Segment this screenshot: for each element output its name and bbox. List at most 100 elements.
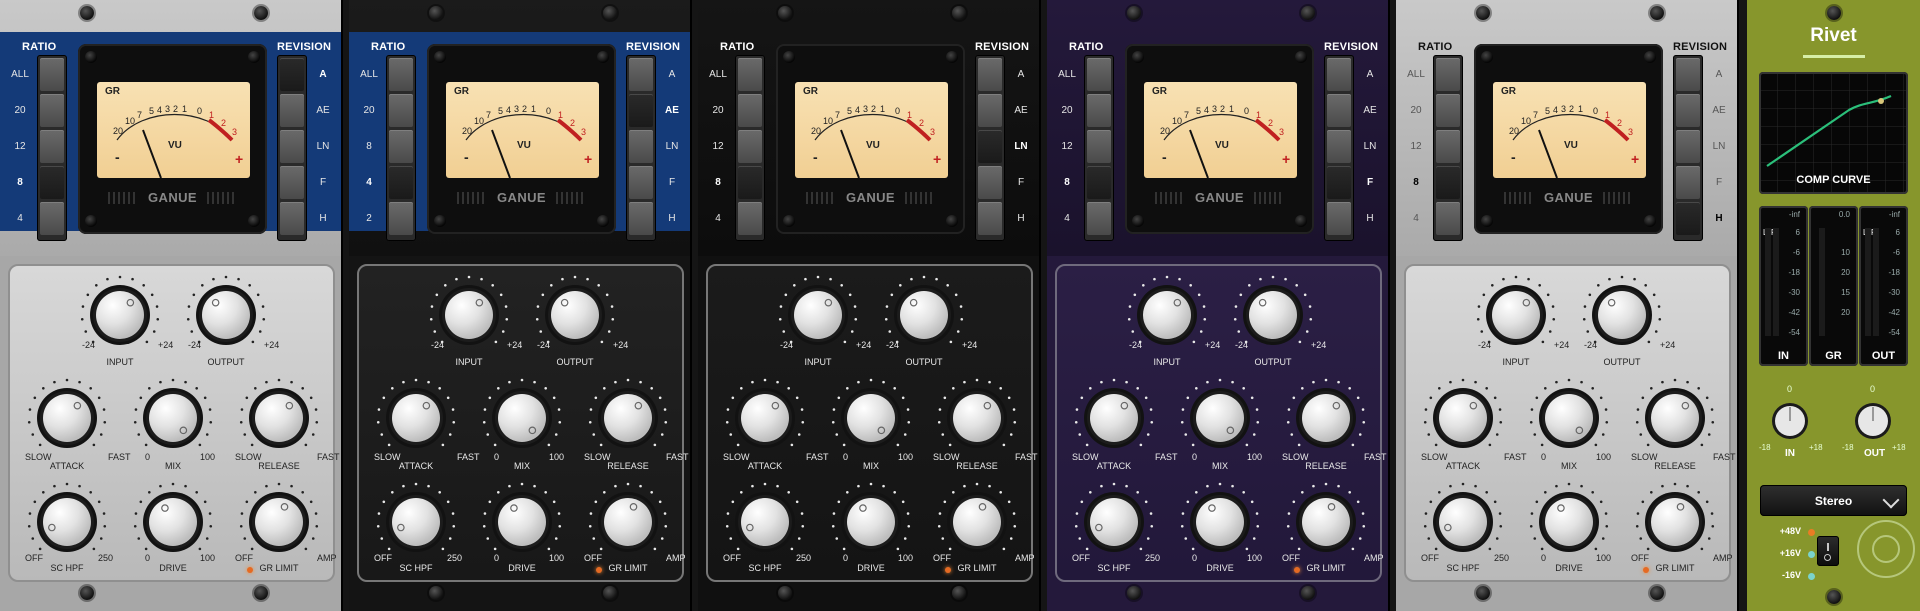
attack-max-label: FAST	[1155, 452, 1178, 462]
ratio-option[interactable]: 20	[357, 105, 381, 116]
revision-option[interactable]: F	[1009, 177, 1033, 188]
schpf-min-label: OFF	[723, 553, 741, 563]
release-knob[interactable]	[236, 375, 322, 461]
ratio-option[interactable]: ALL	[357, 69, 381, 80]
revision-switch[interactable]	[1673, 55, 1703, 241]
voltage-label: +16V	[1779, 548, 1801, 558]
ratio-option[interactable]: 20	[706, 105, 730, 116]
revision-option[interactable]: AE	[1707, 105, 1731, 116]
ratio-option[interactable]: 20	[1404, 105, 1428, 116]
revision-option[interactable]: AE	[1358, 105, 1382, 116]
ratio-option[interactable]: 20	[8, 105, 32, 116]
plugin-rack: RATIO ALL 20 12 8 4 REVISION A AE LN F H	[0, 0, 1920, 611]
revision-option[interactable]: A	[1358, 69, 1382, 80]
revision-option-selected[interactable]: H	[1707, 213, 1731, 224]
revision-option[interactable]: AE	[311, 105, 335, 116]
revision-option[interactable]: H	[660, 213, 684, 224]
ratio-switch[interactable]	[37, 55, 67, 241]
ratio-option[interactable]: ALL	[1055, 69, 1079, 80]
ratio-option[interactable]: 12	[1055, 141, 1079, 152]
ratio-option[interactable]: 4	[706, 213, 730, 224]
svg-text:1: 1	[209, 110, 214, 120]
revision-option[interactable]: LN	[311, 141, 335, 152]
revision-option-selected[interactable]: A	[311, 69, 335, 80]
ratio-option[interactable]: 20	[1055, 105, 1079, 116]
attack-knob[interactable]	[24, 375, 110, 461]
mix-min-label: 0	[145, 452, 151, 462]
revision-option[interactable]: A	[1707, 69, 1731, 80]
ratio-switch[interactable]	[386, 55, 416, 241]
release-max-label: FAST	[1015, 452, 1038, 462]
revision-switch[interactable]	[1324, 55, 1354, 241]
revision-option-selected[interactable]: F	[1358, 177, 1382, 188]
drive-max-label: 100	[898, 553, 914, 563]
ratio-switch[interactable]	[1084, 55, 1114, 241]
grlimit-max-label: AMP	[317, 553, 337, 563]
release-knob[interactable]	[934, 375, 1020, 461]
attack-knob[interactable]	[722, 375, 808, 461]
ratio-option[interactable]: 4	[1055, 213, 1079, 224]
revision-option[interactable]: F	[1707, 177, 1731, 188]
ratio-option[interactable]: ALL	[8, 69, 32, 80]
revision-option[interactable]: H	[311, 213, 335, 224]
mode-dropdown[interactable]: Stereo	[1760, 485, 1907, 516]
svg-text:2: 2	[221, 118, 226, 128]
ratio-option[interactable]: 2	[357, 213, 381, 224]
revision-option[interactable]: LN	[1358, 141, 1382, 152]
screw-icon	[1476, 6, 1490, 20]
ratio-option-selected[interactable]: 8	[706, 177, 730, 188]
revision-switch[interactable]	[277, 55, 307, 241]
attack-knob[interactable]	[373, 375, 459, 461]
schpf-label: SC HPF	[748, 563, 782, 573]
ratio-option-selected[interactable]: 8	[1404, 177, 1428, 188]
output-label: OUTPUT	[1603, 357, 1641, 367]
ratio-option[interactable]: ALL	[1404, 69, 1428, 80]
mix-knob[interactable]	[479, 375, 565, 461]
output-min-label: -24	[188, 340, 202, 350]
rivet-in-min: -18	[1759, 443, 1771, 452]
ratio-option[interactable]: 4	[1404, 213, 1428, 224]
svg-text:1: 1	[1229, 104, 1234, 114]
revision-option[interactable]: LN	[1707, 141, 1731, 152]
svg-text:3: 3	[930, 127, 935, 137]
mix-knob[interactable]	[828, 375, 914, 461]
channel-strip: RATIO ALL 20 12 8 4 REVISION A AE LN F H	[1396, 0, 1739, 611]
rivet-in-knob[interactable]	[1767, 398, 1813, 444]
mix-knob[interactable]	[1177, 375, 1263, 461]
ratio-switch[interactable]	[1433, 55, 1463, 241]
revision-switch[interactable]	[626, 55, 656, 241]
mix-knob[interactable]	[130, 375, 216, 461]
ratio-option[interactable]: 8	[357, 141, 381, 152]
revision-switch[interactable]	[975, 55, 1005, 241]
ratio-option[interactable]: 12	[706, 141, 730, 152]
revision-option[interactable]: F	[311, 177, 335, 188]
ratio-option[interactable]: 12	[8, 141, 32, 152]
gr-meter: 0.0 10 20 15 20 GR	[1809, 206, 1858, 366]
attack-knob[interactable]	[1420, 375, 1506, 461]
rivet-out-knob[interactable]	[1850, 398, 1896, 444]
revision-option[interactable]: LN	[660, 141, 684, 152]
revision-option-selected[interactable]: LN	[1009, 141, 1033, 152]
power-switch[interactable]	[1817, 536, 1839, 566]
release-knob[interactable]	[1283, 375, 1369, 461]
release-knob[interactable]	[585, 375, 671, 461]
revision-option[interactable]: H	[1009, 213, 1033, 224]
release-knob[interactable]	[1632, 375, 1718, 461]
revision-option[interactable]: F	[660, 177, 684, 188]
ratio-option-selected[interactable]: 8	[1055, 177, 1079, 188]
mix-knob[interactable]	[1526, 375, 1612, 461]
drive-min-label: 0	[494, 553, 500, 563]
attack-knob[interactable]	[1071, 375, 1157, 461]
ratio-switch[interactable]	[735, 55, 765, 241]
revision-option[interactable]: AE	[1009, 105, 1033, 116]
revision-option-selected[interactable]: AE	[660, 105, 684, 116]
ratio-option[interactable]: 4	[8, 213, 32, 224]
revision-option[interactable]: A	[1009, 69, 1033, 80]
ratio-option[interactable]: 12	[1404, 141, 1428, 152]
svg-text:20: 20	[462, 126, 472, 136]
revision-option[interactable]: A	[660, 69, 684, 80]
revision-option[interactable]: H	[1358, 213, 1382, 224]
ratio-option[interactable]: ALL	[706, 69, 730, 80]
ratio-option-selected[interactable]: 4	[357, 177, 381, 188]
ratio-option-selected[interactable]: 8	[8, 177, 32, 188]
